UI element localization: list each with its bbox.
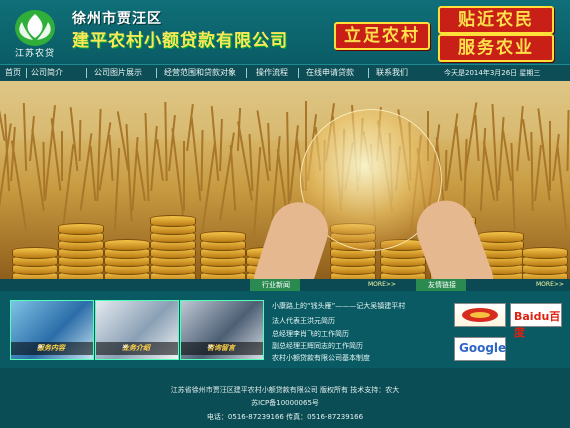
- gold-coin: [58, 223, 104, 235]
- footer-copyright: 江苏省徐州市贾汪区建平农村小额贷款有限公司 版权所有 技术支持：农大: [170, 386, 400, 394]
- wheat-stalk: [108, 134, 114, 182]
- nav-divider: [86, 68, 87, 78]
- nav-contact[interactable]: 联系我们: [376, 65, 408, 81]
- wheat-stalk: [549, 121, 551, 191]
- wheat-stalk: [276, 149, 287, 211]
- wheat-stalk: [155, 139, 164, 181]
- nav-about[interactable]: 公司简介: [31, 65, 63, 81]
- nav-divider: [298, 68, 299, 78]
- red-emblem-icon: [462, 308, 498, 322]
- site-title: 建平农村小额贷款有限公司: [72, 31, 288, 51]
- wheat-stalk: [270, 136, 281, 221]
- nav-apply-online[interactable]: 在线申请贷款: [306, 65, 354, 81]
- main-content: 服务内容 » 业务介绍 » 咨询留言 » 小康路上的“钱头雁”———记大吴镇建平…: [0, 291, 570, 368]
- wheat-stalk: [61, 144, 75, 231]
- wheat-stalk: [229, 145, 237, 211]
- wheat-stalk: [252, 147, 262, 241]
- wheat-stalk: [510, 142, 516, 232]
- news-section-title: 行业新闻: [262, 281, 290, 289]
- current-date: 今天是2014年3月26日 星期三: [444, 69, 541, 77]
- footer-icp: 苏ICP备10000065号: [251, 399, 319, 407]
- news-item[interactable]: 法人代表王洪元简历: [272, 316, 335, 326]
- wheat-stalk: [533, 145, 542, 201]
- photo-caption: 业务介绍 »: [96, 342, 178, 355]
- gold-coin: [104, 239, 150, 251]
- wheat-stalk: [136, 150, 147, 201]
- wheat-stalk: [200, 129, 204, 192]
- wheat-stalk: [183, 141, 185, 211]
- main-nav: 首页 公司简介 公司图片展示 经营范围和贷款对象 操作流程 在线申请贷款 联系我…: [0, 64, 570, 82]
- footer-contact: 电话：0516-87239166 传真：0516-87239166: [206, 413, 364, 421]
- friend-link-google[interactable]: Google: [454, 337, 506, 361]
- nav-photos[interactable]: 公司图片展示: [94, 65, 142, 81]
- arrow-icon: »: [37, 342, 43, 352]
- news-more-link[interactable]: MORE>>: [368, 279, 396, 291]
- wheat-stalk: [529, 131, 534, 212]
- slogan-top: 贴近农民: [438, 6, 554, 34]
- slogan-left: 立足农村: [334, 22, 430, 50]
- nav-home[interactable]: 首页: [5, 65, 21, 81]
- slogan-bottom: 服务农业: [438, 34, 554, 62]
- site-header: 江苏农贷 徐州市贾汪区 建平农村小额贷款有限公司 立足农村 贴近农民 服务农业: [0, 0, 570, 64]
- nav-business-scope[interactable]: 经营范围和贷款对象: [164, 65, 236, 81]
- nav-divider: [246, 68, 247, 78]
- photo-service[interactable]: 服务内容 »: [10, 300, 94, 360]
- arrow-icon: »: [207, 342, 213, 352]
- news-item[interactable]: 总经理李肖飞的工作简历: [272, 329, 349, 339]
- news-item[interactable]: 小康路上的“钱头雁”———记大吴镇建平村: [272, 301, 405, 311]
- links-section-title: 友情链接: [428, 281, 456, 289]
- arrow-icon: »: [122, 342, 128, 352]
- wheat-stalk: [61, 131, 63, 181]
- nav-divider: [26, 68, 27, 78]
- nav-divider: [156, 68, 157, 78]
- gold-coin: [12, 247, 58, 259]
- gold-coin: [200, 231, 246, 243]
- photo-caption: 服务内容 »: [11, 342, 93, 355]
- site-city: 徐州市贾汪区: [72, 11, 162, 27]
- nav-divider: [368, 68, 369, 78]
- wheat-stalk: [113, 148, 121, 231]
- gold-coin: [150, 215, 196, 227]
- news-item[interactable]: 农村小额贷款有限公司基本制度: [272, 353, 370, 363]
- photo-consult[interactable]: 咨询留言 »: [180, 300, 264, 360]
- nav-process[interactable]: 操作流程: [256, 65, 288, 81]
- logo-text: 江苏农贷: [14, 49, 55, 59]
- google-logo-text: Google: [459, 341, 507, 355]
- friend-link-logo[interactable]: [454, 303, 506, 327]
- links-more-link[interactable]: MORE>>: [536, 279, 564, 291]
- gold-coin: [522, 247, 568, 259]
- section-bar: 行业新闻 MORE>> 友情链接 MORE>>: [0, 279, 570, 291]
- gold-coin: [478, 231, 524, 243]
- friend-link-baidu[interactable]: Baidu百度: [510, 303, 562, 339]
- hero-banner: [0, 81, 570, 279]
- site-footer: 江苏省徐州市贾汪区建平农村小额贷款有限公司 版权所有 技术支持：农大 苏ICP备…: [0, 368, 570, 428]
- wheat-stalk: [131, 137, 139, 211]
- news-item[interactable]: 副总经理王辉同志的工作简历: [272, 341, 363, 351]
- wheat-stalk: [89, 146, 96, 201]
- photo-business[interactable]: 业务介绍 »: [95, 300, 179, 360]
- photo-caption: 咨询留言 »: [181, 342, 263, 355]
- baidu-logo-text: Baidu百度: [514, 310, 561, 339]
